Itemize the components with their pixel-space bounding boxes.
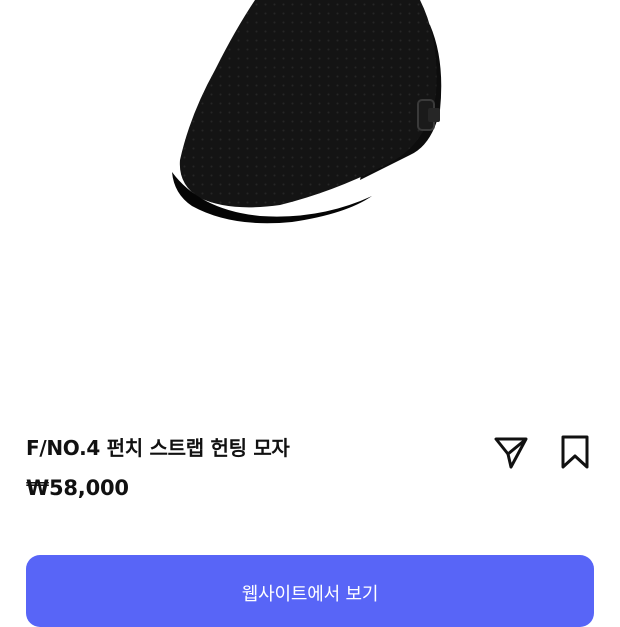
bookmark-icon [561,435,589,469]
product-price: ₩58,000 [26,476,129,500]
hunting-cap-illustration [172,0,442,224]
product-image [0,0,620,400]
send-icon [494,437,528,469]
view-on-website-button[interactable]: 웹사이트에서 보기 [26,555,594,627]
product-title: F/NO.4 펀치 스트랩 헌팅 모자 [26,436,290,460]
bookmark-button[interactable] [555,432,595,472]
share-button[interactable] [491,432,531,472]
